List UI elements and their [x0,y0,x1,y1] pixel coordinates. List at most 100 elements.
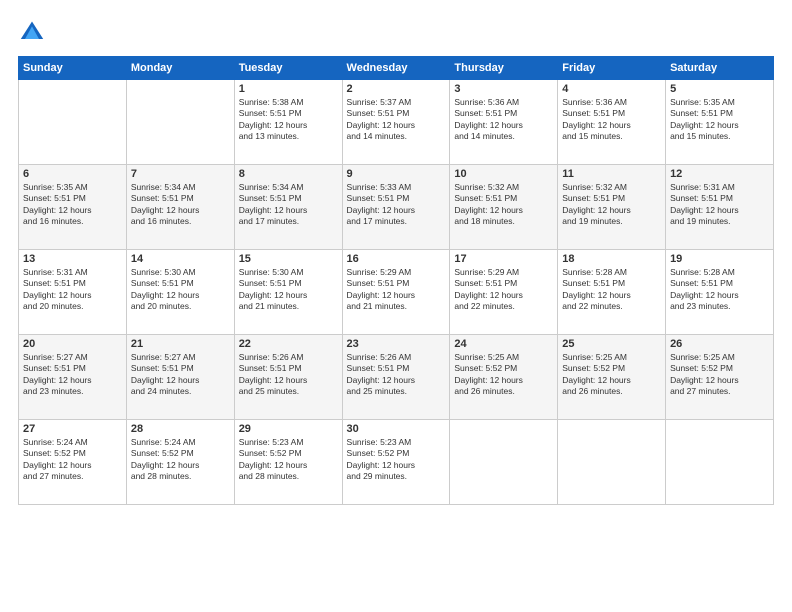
cell-info: Sunrise: 5:26 AM Sunset: 5:51 PM Dayligh… [239,352,338,398]
calendar-cell: 21 Sunrise: 5:27 AM Sunset: 5:51 PM Dayli… [126,335,234,420]
calendar-cell: 28 Sunrise: 5:24 AM Sunset: 5:52 PM Dayli… [126,420,234,505]
calendar-cell: 11 Sunrise: 5:32 AM Sunset: 5:51 PM Dayli… [558,165,666,250]
calendar-cell [558,420,666,505]
day-number: 25 [562,338,661,350]
header-day-tuesday: Tuesday [234,57,342,80]
cell-info: Sunrise: 5:30 AM Sunset: 5:51 PM Dayligh… [239,267,338,313]
cell-info: Sunrise: 5:24 AM Sunset: 5:52 PM Dayligh… [23,437,122,483]
calendar-cell: 12Sunrise: 5:31 AM Sunset: 5:51 PM Dayli… [666,165,774,250]
cell-info: Sunrise: 5:24 AM Sunset: 5:52 PM Dayligh… [131,437,230,483]
calendar-cell: 16 Sunrise: 5:29 AM Sunset: 5:51 PM Dayli… [342,250,450,335]
calendar-cell: 2 Sunrise: 5:37 AM Sunset: 5:51 PM Daylig… [342,80,450,165]
calendar-cell: 10 Sunrise: 5:32 AM Sunset: 5:51 PM Dayli… [450,165,558,250]
calendar-cell: 30Sunrise: 5:23 AM Sunset: 5:52 PM Dayli… [342,420,450,505]
calendar-cell: 20 Sunrise: 5:27 AM Sunset: 5:51 PM Dayli… [19,335,127,420]
calendar-cell: 6 Sunrise: 5:35 AM Sunset: 5:51 PM Daylig… [19,165,127,250]
day-number: 4 [562,83,661,95]
calendar-cell: 27 Sunrise: 5:24 AM Sunset: 5:52 PM Dayli… [19,420,127,505]
cell-info: Sunrise: 5:34 AM Sunset: 5:51 PM Dayligh… [239,182,338,228]
day-number: 17 [454,253,553,265]
calendar-cell [666,420,774,505]
cell-info: Sunrise: 5:27 AM Sunset: 5:51 PM Dayligh… [131,352,230,398]
page: SundayMondayTuesdayWednesdayThursdayFrid… [0,0,792,612]
day-number: 29 [239,423,338,435]
day-number: 23 [347,338,446,350]
calendar-cell: 13 Sunrise: 5:31 AM Sunset: 5:51 PM Dayli… [19,250,127,335]
cell-info: Sunrise: 5:36 AM Sunset: 5:51 PM Dayligh… [454,97,553,143]
cell-info: Sunrise: 5:38 AM Sunset: 5:51 PM Dayligh… [239,97,338,143]
cell-info: Sunrise: 5:31 AM Sunset: 5:51 PM Dayligh… [670,182,769,228]
calendar-cell: 5 Sunrise: 5:35 AM Sunset: 5:51 PM Daylig… [666,80,774,165]
logo [18,18,50,46]
day-number: 28 [131,423,230,435]
calendar-cell [126,80,234,165]
cell-info: Sunrise: 5:35 AM Sunset: 5:51 PM Dayligh… [670,97,769,143]
cell-info: Sunrise: 5:23 AM Sunset: 5:52 PM Dayligh… [347,437,446,483]
day-number: 1 [239,83,338,95]
cell-info: Sunrise: 5:37 AM Sunset: 5:51 PM Dayligh… [347,97,446,143]
header-day-friday: Friday [558,57,666,80]
logo-icon [18,18,46,46]
cell-info: Sunrise: 5:27 AM Sunset: 5:51 PM Dayligh… [23,352,122,398]
cell-info: Sunrise: 5:30 AM Sunset: 5:51 PM Dayligh… [131,267,230,313]
calendar-cell [19,80,127,165]
calendar-cell: 7 Sunrise: 5:34 AM Sunset: 5:51 PM Daylig… [126,165,234,250]
calendar-cell [450,420,558,505]
cell-info: Sunrise: 5:28 AM Sunset: 5:51 PM Dayligh… [670,267,769,313]
cell-info: Sunrise: 5:33 AM Sunset: 5:51 PM Dayligh… [347,182,446,228]
calendar-cell: 22 Sunrise: 5:26 AM Sunset: 5:51 PM Dayli… [234,335,342,420]
calendar-week-row: 20 Sunrise: 5:27 AM Sunset: 5:51 PM Dayli… [19,335,774,420]
header-day-wednesday: Wednesday [342,57,450,80]
day-number: 2 [347,83,446,95]
day-number: 13 [23,253,122,265]
day-number: 6 [23,168,122,180]
day-number: 11 [562,168,661,180]
calendar-cell: 19 Sunrise: 5:28 AM Sunset: 5:51 PM Dayli… [666,250,774,335]
cell-info: Sunrise: 5:26 AM Sunset: 5:51 PM Dayligh… [347,352,446,398]
header-day-sunday: Sunday [19,57,127,80]
calendar-week-row: 1 Sunrise: 5:38 AM Sunset: 5:51 PM Daylig… [19,80,774,165]
cell-info: Sunrise: 5:35 AM Sunset: 5:51 PM Dayligh… [23,182,122,228]
calendar-cell: 29Sunrise: 5:23 AM Sunset: 5:52 PM Dayli… [234,420,342,505]
cell-info: Sunrise: 5:28 AM Sunset: 5:51 PM Dayligh… [562,267,661,313]
cell-info: Sunrise: 5:29 AM Sunset: 5:51 PM Dayligh… [454,267,553,313]
day-number: 26 [670,338,769,350]
header-day-thursday: Thursday [450,57,558,80]
calendar-week-row: 6 Sunrise: 5:35 AM Sunset: 5:51 PM Daylig… [19,165,774,250]
cell-info: Sunrise: 5:32 AM Sunset: 5:51 PM Dayligh… [454,182,553,228]
cell-info: Sunrise: 5:25 AM Sunset: 5:52 PM Dayligh… [670,352,769,398]
cell-info: Sunrise: 5:31 AM Sunset: 5:51 PM Dayligh… [23,267,122,313]
header [18,18,774,46]
day-number: 15 [239,253,338,265]
header-day-saturday: Saturday [666,57,774,80]
cell-info: Sunrise: 5:29 AM Sunset: 5:51 PM Dayligh… [347,267,446,313]
calendar-cell: 26 Sunrise: 5:25 AM Sunset: 5:52 PM Dayli… [666,335,774,420]
calendar-cell: 8Sunrise: 5:34 AM Sunset: 5:51 PM Daylig… [234,165,342,250]
day-number: 10 [454,168,553,180]
day-number: 22 [239,338,338,350]
day-number: 9 [347,168,446,180]
cell-info: Sunrise: 5:25 AM Sunset: 5:52 PM Dayligh… [562,352,661,398]
calendar-week-row: 13 Sunrise: 5:31 AM Sunset: 5:51 PM Dayli… [19,250,774,335]
cell-info: Sunrise: 5:25 AM Sunset: 5:52 PM Dayligh… [454,352,553,398]
day-number: 7 [131,168,230,180]
cell-info: Sunrise: 5:32 AM Sunset: 5:51 PM Dayligh… [562,182,661,228]
calendar-week-row: 27 Sunrise: 5:24 AM Sunset: 5:52 PM Dayli… [19,420,774,505]
day-number: 18 [562,253,661,265]
calendar-cell: 3 Sunrise: 5:36 AM Sunset: 5:51 PM Daylig… [450,80,558,165]
day-number: 16 [347,253,446,265]
cell-info: Sunrise: 5:36 AM Sunset: 5:51 PM Dayligh… [562,97,661,143]
cell-info: Sunrise: 5:34 AM Sunset: 5:51 PM Dayligh… [131,182,230,228]
calendar-cell: 17 Sunrise: 5:29 AM Sunset: 5:51 PM Dayli… [450,250,558,335]
header-day-monday: Monday [126,57,234,80]
day-number: 19 [670,253,769,265]
day-number: 21 [131,338,230,350]
calendar-cell: 24Sunrise: 5:25 AM Sunset: 5:52 PM Dayli… [450,335,558,420]
day-number: 27 [23,423,122,435]
calendar-cell: 4 Sunrise: 5:36 AM Sunset: 5:51 PM Daylig… [558,80,666,165]
calendar-cell: 18 Sunrise: 5:28 AM Sunset: 5:51 PM Dayli… [558,250,666,335]
calendar-header-row: SundayMondayTuesdayWednesdayThursdayFrid… [19,57,774,80]
day-number: 5 [670,83,769,95]
day-number: 3 [454,83,553,95]
day-number: 20 [23,338,122,350]
